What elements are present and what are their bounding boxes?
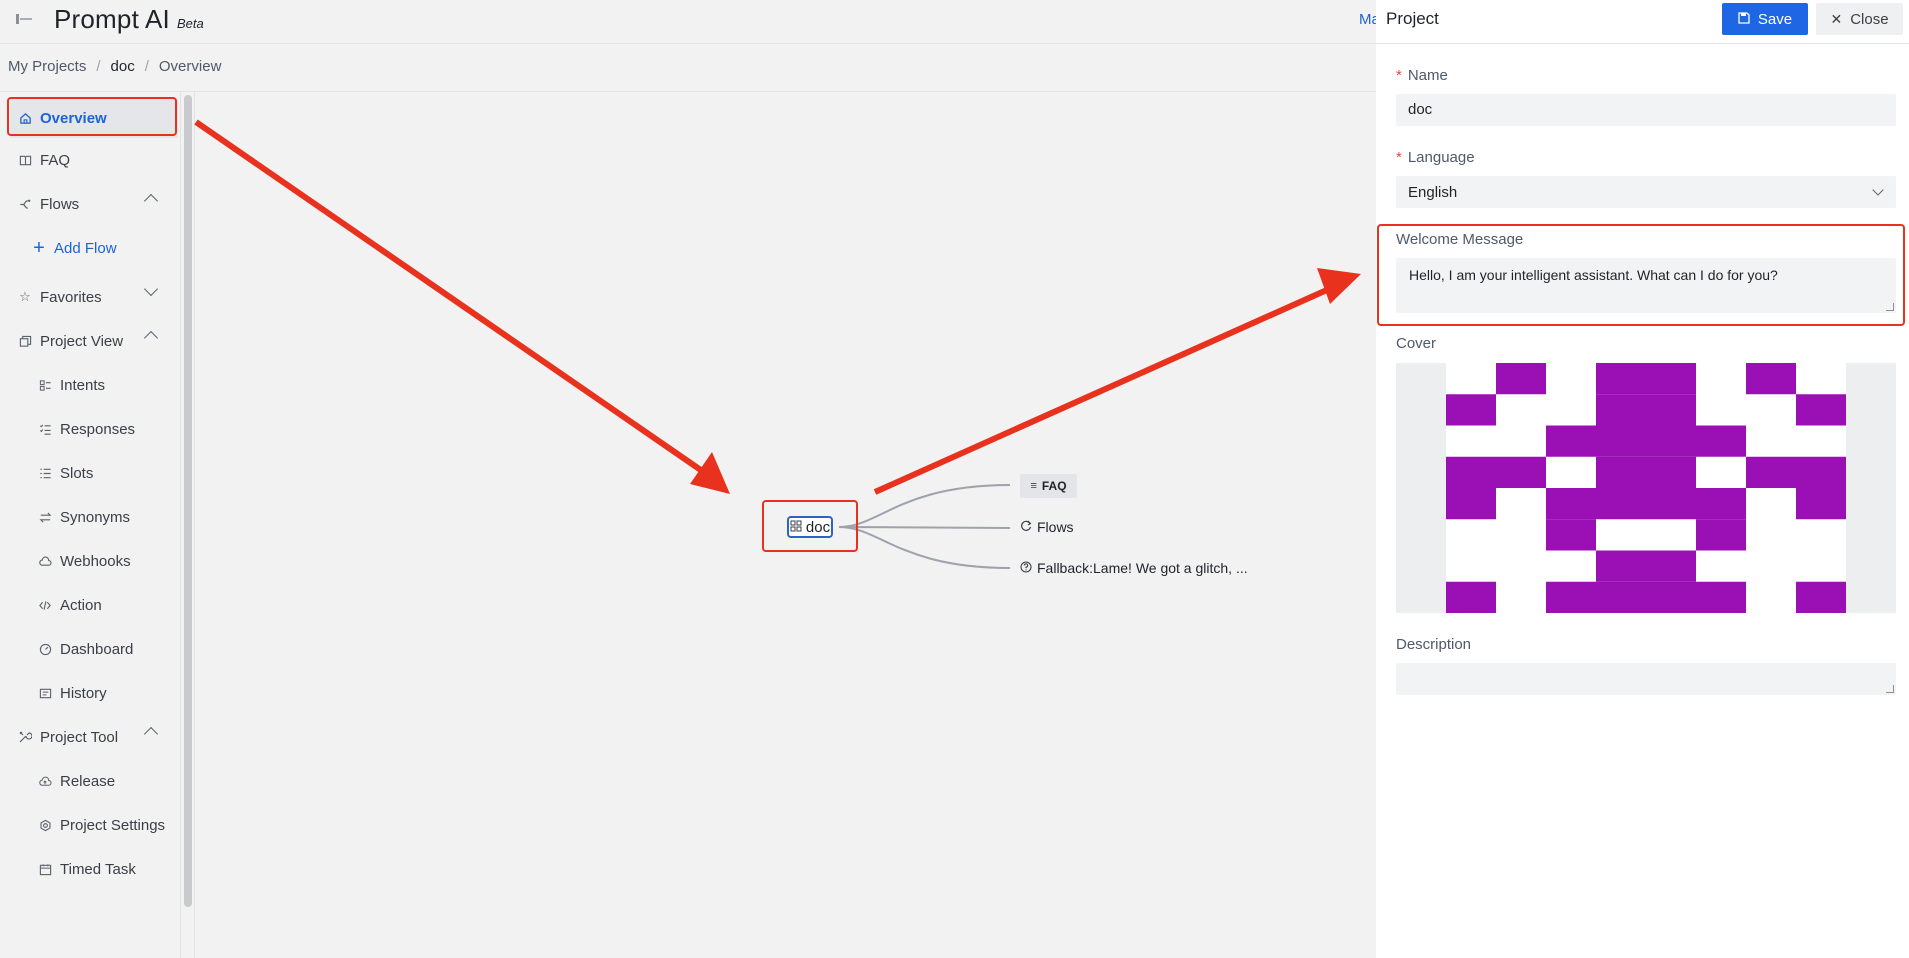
name-field[interactable]: doc — [1396, 94, 1896, 126]
annotation-arrows — [194, 119, 1361, 495]
cover-identicon — [1446, 363, 1846, 613]
identicon-pattern — [1446, 363, 1846, 613]
save-icon — [1738, 11, 1750, 27]
language-value: English — [1408, 183, 1458, 201]
name-label: * Name — [1396, 67, 1448, 84]
description-label: Description — [1396, 636, 1472, 653]
close-label: Close — [1850, 10, 1889, 28]
panel-title: Project — [1386, 9, 1439, 28]
highlight-welcome-message — [1377, 224, 1905, 326]
required-marker: * — [1396, 149, 1402, 166]
highlight-root-node — [762, 500, 858, 552]
save-button[interactable]: Save — [1722, 3, 1808, 35]
language-label-text: Language — [1407, 149, 1475, 166]
save-label: Save — [1757, 10, 1793, 28]
name-label-text: Name — [1407, 67, 1448, 84]
language-label: * Language — [1396, 149, 1475, 166]
cover-label: Cover — [1396, 335, 1437, 352]
project-panel: Project Save ✕ Close * Name doc * Language… — [1376, 0, 1909, 958]
resize-handle[interactable] — [1886, 685, 1894, 693]
highlight-overview — [7, 97, 177, 136]
chevron-down-icon — [1872, 184, 1884, 196]
close-button[interactable]: ✕ Close — [1816, 3, 1903, 35]
cover-image[interactable] — [1396, 363, 1896, 613]
close-icon: ✕ — [1830, 10, 1843, 27]
description-field[interactable] — [1396, 663, 1896, 695]
panel-header: Project Save ✕ Close — [1376, 0, 1909, 44]
required-marker: * — [1396, 67, 1402, 84]
language-select[interactable]: English — [1396, 176, 1896, 208]
